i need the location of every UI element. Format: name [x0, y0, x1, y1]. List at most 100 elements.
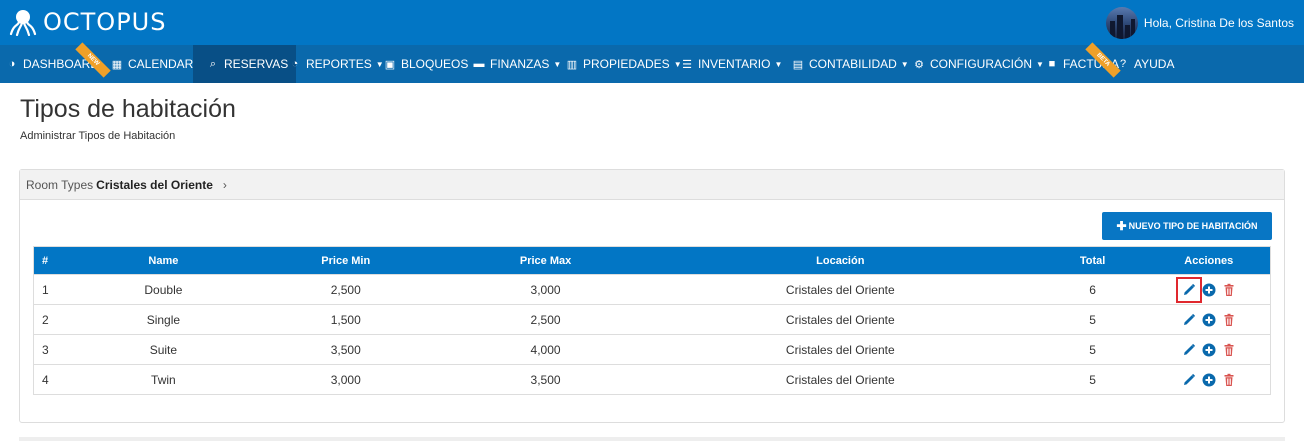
brand-logo[interactable]: OCTOPUS — [8, 8, 166, 36]
nav-item-label: CONFIGURACIÓN — [930, 57, 1032, 71]
edit-pencil-icon[interactable] — [1182, 343, 1196, 357]
gear-icon: ⚙ — [914, 58, 924, 71]
breadcrumb-property[interactable]: Cristales del Oriente — [96, 178, 213, 192]
add-circle-icon[interactable] — [1202, 313, 1216, 327]
breadcrumb-prefix: Room Types — [26, 177, 94, 192]
plus-icon: ✚ — [1116, 219, 1127, 233]
nav-item-contabilidad[interactable]: ▤ CONTABILIDAD ▼ — [792, 45, 909, 83]
new-room-type-label: NUEVO TIPO DE HABITACIÓN — [1128, 221, 1258, 231]
tachometer-icon: ◑ — [8, 58, 16, 70]
chevron-right-icon[interactable]: › — [223, 178, 227, 192]
folder-icon: ▬ — [473, 58, 485, 70]
nav-item-label: PROPIEDADES — [583, 57, 670, 71]
nav-item-label: INVENTARIO — [698, 57, 771, 71]
new-room-type-button[interactable]: ✚ NUEVO TIPO DE HABITACIÓN — [1102, 212, 1272, 240]
nav-item-label: RESERVAS — [224, 57, 289, 71]
nav-item-label: BLOQUEOS — [401, 57, 469, 71]
calculator-icon: ▤ — [792, 58, 804, 71]
nav-item-propiedades[interactable]: ▥ PROPIEDADES ▼ — [566, 45, 682, 83]
cell-name: Suite — [83, 334, 244, 365]
column-header-location: Locación — [642, 246, 1038, 275]
add-circle-icon[interactable] — [1202, 343, 1216, 357]
cell-price-max: 4,000 — [448, 334, 643, 365]
table-row: 4 Twin 3,000 3,500 Cristales del Oriente 5 — [33, 364, 1271, 395]
table-row: 3 Suite 3,500 4,000 Cristales del Oriente 5 — [33, 334, 1271, 365]
nav-item-label: FINANZAS — [490, 57, 550, 71]
caret-down-icon: ▼ — [1036, 59, 1044, 69]
nav-item-ayuda[interactable]: ? AYUDA — [1117, 45, 1175, 83]
file-icon: ■ — [1048, 58, 1056, 70]
column-header-actions: Acciones — [1147, 246, 1271, 275]
cell-location: Cristales del Oriente — [642, 364, 1038, 395]
lock-icon: ▣ — [384, 58, 396, 71]
trash-icon[interactable] — [1222, 313, 1236, 327]
cell-total: 5 — [1037, 364, 1148, 395]
trash-icon[interactable] — [1222, 343, 1236, 357]
room-types-panel: Room Types Cristales del Oriente › ✚ NUE… — [19, 169, 1285, 423]
cell-total: 6 — [1037, 274, 1148, 305]
cell-location: Cristales del Oriente — [642, 334, 1038, 365]
caret-down-icon: ▼ — [375, 59, 384, 69]
search-icon: ⌕ — [209, 57, 217, 70]
map-icon: ▥ — [566, 58, 578, 71]
calendar-icon: ▦ — [111, 58, 123, 71]
caret-down-icon: ▼ — [553, 59, 562, 69]
room-types-table: # Name Price Min Price Max Locación Tota… — [33, 246, 1271, 395]
cell-name: Double — [83, 274, 244, 305]
page-subtitle: Administrar Tipos de Habitación — [20, 130, 176, 142]
nav-item-configuracin[interactable]: ⚙ CONFIGURACIÓN ▼ — [913, 45, 1044, 83]
column-header-price-min: Price Min — [243, 246, 449, 275]
cell-location: Cristales del Oriente — [642, 274, 1038, 305]
cell-price-min: 1,500 — [243, 304, 449, 335]
table-row: 2 Single 1,500 2,500 Cristales del Oriente 5 — [33, 304, 1271, 335]
divider — [19, 437, 1285, 441]
table-header-row: # Name Price Min Price Max Locación Tota… — [33, 246, 1271, 275]
nav-item-label: AYUDA — [1134, 57, 1175, 71]
cell-price-min: 3,000 — [243, 364, 449, 395]
add-circle-icon[interactable] — [1202, 283, 1216, 297]
cell-price-max: 2,500 — [448, 304, 643, 335]
nav-item-reservas[interactable]: ⌕ RESERVAS — [193, 45, 297, 83]
list-icon: ☰ — [682, 58, 692, 71]
nav-item-bloqueos[interactable]: ▣ BLOQUEOS — [384, 45, 469, 83]
table-row: 1 Double 2,500 3,000 Cristales del Oriente 6 — [33, 274, 1271, 305]
nav-item-reportes[interactable]: ◔ REPORTES ▼ — [289, 45, 384, 83]
avatar[interactable] — [1105, 7, 1138, 39]
cell-number: 4 — [33, 364, 84, 395]
cell-number: 1 — [33, 274, 84, 305]
page-title: Tipos de habitación — [20, 95, 236, 123]
cell-actions — [1147, 364, 1271, 395]
column-header-price-max: Price Max — [448, 246, 643, 275]
trash-icon[interactable] — [1222, 283, 1236, 297]
cell-number: 3 — [33, 334, 84, 365]
edit-pencil-icon[interactable] — [1175, 276, 1202, 303]
caret-down-icon: ▼ — [774, 59, 783, 69]
edit-pencil-icon[interactable] — [1182, 373, 1196, 387]
cell-number: 2 — [33, 304, 84, 335]
cell-total: 5 — [1037, 334, 1148, 365]
trash-icon[interactable] — [1222, 373, 1236, 387]
user-greeting: Hola, Cristina De los Santos — [1143, 16, 1294, 30]
nav-item-finanzas[interactable]: ▬ FINANZAS ▼ — [473, 45, 562, 83]
octopus-logo-icon — [9, 10, 37, 36]
main-navbar: ◑ DASHBOARD NEW ▦ CALENDARIO ⌕ RESERVAS ◔ REPORT… — [0, 42, 1304, 83]
question-icon: ? — [1119, 58, 1127, 70]
cell-price-min: 2,500 — [243, 274, 449, 305]
nav-item-calendario[interactable]: ▦ CALENDARIO — [111, 45, 206, 83]
column-header-total: Total — [1037, 246, 1148, 275]
cell-total: 5 — [1037, 304, 1148, 335]
cell-actions — [1147, 334, 1271, 365]
nav-item-inventario[interactable]: ☰ INVENTARIO ▼ — [681, 45, 782, 83]
cell-price-min: 3,500 — [243, 334, 449, 365]
edit-pencil-icon[interactable] — [1182, 313, 1196, 327]
nav-item-label: REPORTES — [306, 57, 372, 71]
user-menu[interactable]: Hola, Cristina De los Santos — [1105, 7, 1294, 39]
pie-chart-icon: ◔ — [291, 58, 299, 70]
add-circle-icon[interactable] — [1202, 373, 1216, 387]
cell-name: Single — [83, 304, 244, 335]
cell-name: Twin — [83, 364, 244, 395]
cell-location: Cristales del Oriente — [642, 304, 1038, 335]
column-header-number: # — [33, 246, 84, 275]
cell-price-max: 3,000 — [448, 274, 643, 305]
cell-price-max: 3,500 — [448, 364, 643, 395]
